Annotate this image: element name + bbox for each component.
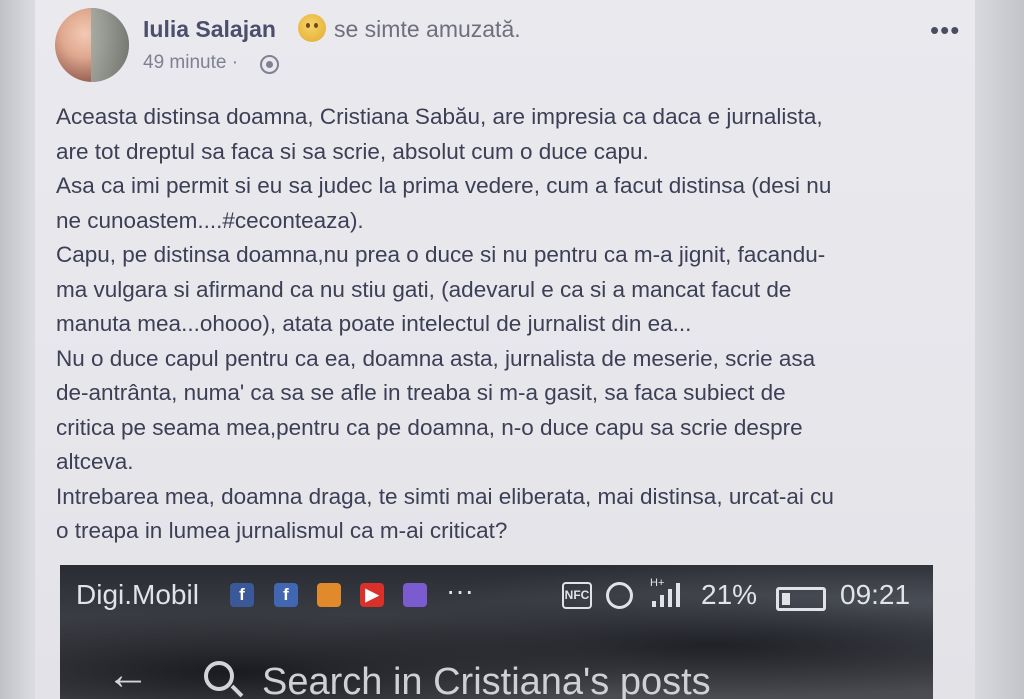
post-line: Asa ca imi permit si eu sa judec la prim… <box>56 173 832 198</box>
post-line: manuta mea...ohooo), atata poate intelec… <box>56 311 692 336</box>
post-line: o treapa in lumea jurnalismul ca m-ai cr… <box>56 518 508 543</box>
feeling-text: se simte amuzată. <box>334 16 521 42</box>
shopping-bag-icon <box>317 583 341 607</box>
post-line: Intrebarea mea, doamna draga, te simti m… <box>56 483 834 509</box>
post-line: critica pe seama mea,pentru ca pe doamna… <box>56 414 803 440</box>
back-arrow-icon[interactable]: ← <box>106 653 150 697</box>
more-notifications-icon: ··· <box>446 575 474 606</box>
post-text: Aceasta distinsa doamna, Cristiana Sabău… <box>56 100 956 549</box>
author-avatar[interactable] <box>55 8 129 82</box>
carrier-name: Digi.Mobil <box>76 579 199 610</box>
facebook-icon: f <box>274 583 298 607</box>
embedded-phone-screenshot[interactable]: Digi.Mobil f f ▶ ··· NFC H+ 21% 09:21 ← … <box>60 565 933 699</box>
post-timestamp[interactable]: 49 minute · <box>143 52 238 74</box>
post-line: Capu, pe distinsa doamna,nu prea o duce … <box>56 242 826 267</box>
post-line: Aceasta distinsa doamna, Cristiana Sabău… <box>56 104 823 129</box>
search-icon[interactable] <box>204 661 234 691</box>
search-placeholder[interactable]: Search in Cristiana's posts <box>262 661 711 699</box>
post-line: ma vulgara si afirmand ca nu stiu gati, … <box>56 276 792 302</box>
post-line: de-antrânta, numa' ca sa se afle in trea… <box>56 380 786 405</box>
post-line: Nu o duce capul pentru ca ea, doamna ast… <box>56 345 816 371</box>
facebook-icon: f <box>230 583 254 607</box>
post-line: altceva. <box>56 449 134 474</box>
youtube-icon: ▶ <box>360 583 384 607</box>
smiley-emoji-icon <box>298 14 326 42</box>
post-line: are tot dreptul sa faca si sa scrie, abs… <box>56 138 649 164</box>
post-line: ne cunoastem....#ceconteaza). <box>56 207 364 233</box>
public-globe-icon <box>260 55 279 74</box>
status-clock: 09:21 <box>840 579 911 610</box>
more-options-icon[interactable]: ••• <box>930 17 960 43</box>
battery-percent: 21% <box>701 579 758 610</box>
battery-icon <box>776 587 826 611</box>
signal-icon: H+ <box>650 577 680 607</box>
network-type: H+ <box>650 577 664 589</box>
author-name[interactable]: Iulia Salajan <box>143 16 276 43</box>
gallery-icon <box>403 583 427 607</box>
nfc-icon: NFC <box>562 582 592 609</box>
alarm-icon <box>606 582 633 609</box>
